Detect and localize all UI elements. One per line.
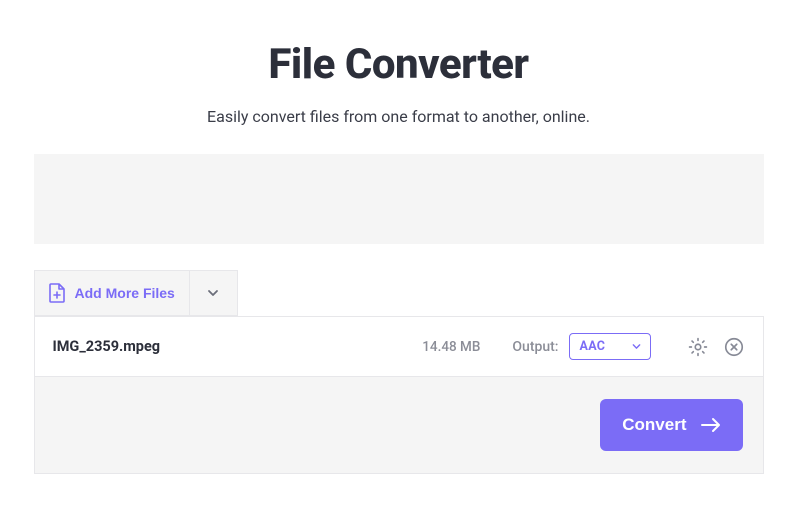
file-name: IMG_2359.mpeg: [53, 338, 161, 355]
output-format-select[interactable]: AAC: [569, 333, 651, 360]
file-plus-icon: [49, 283, 65, 303]
convert-button-label: Convert: [622, 415, 686, 435]
dropzone[interactable]: [34, 154, 764, 244]
convert-button[interactable]: Convert: [600, 399, 742, 451]
file-size: 14.48 MB: [422, 339, 480, 355]
chevron-down-icon: [206, 286, 220, 300]
remove-file-button[interactable]: [723, 336, 745, 358]
page-subtitle: Easily convert files from one format to …: [0, 107, 797, 126]
close-circle-icon: [723, 336, 745, 358]
gear-icon: [687, 336, 709, 358]
output-label: Output:: [512, 339, 558, 355]
add-more-files-button[interactable]: Add More Files: [34, 270, 190, 316]
arrow-right-icon: [701, 417, 721, 433]
chevron-down-icon: [631, 341, 642, 352]
output-format-value: AAC: [580, 339, 606, 354]
add-more-files-dropdown[interactable]: [190, 270, 238, 316]
file-row: IMG_2359.mpeg 14.48 MB Output: AAC: [34, 316, 764, 377]
page-title: File Converter: [0, 40, 797, 89]
add-more-files-label: Add More Files: [75, 285, 175, 301]
settings-button[interactable]: [687, 336, 709, 358]
